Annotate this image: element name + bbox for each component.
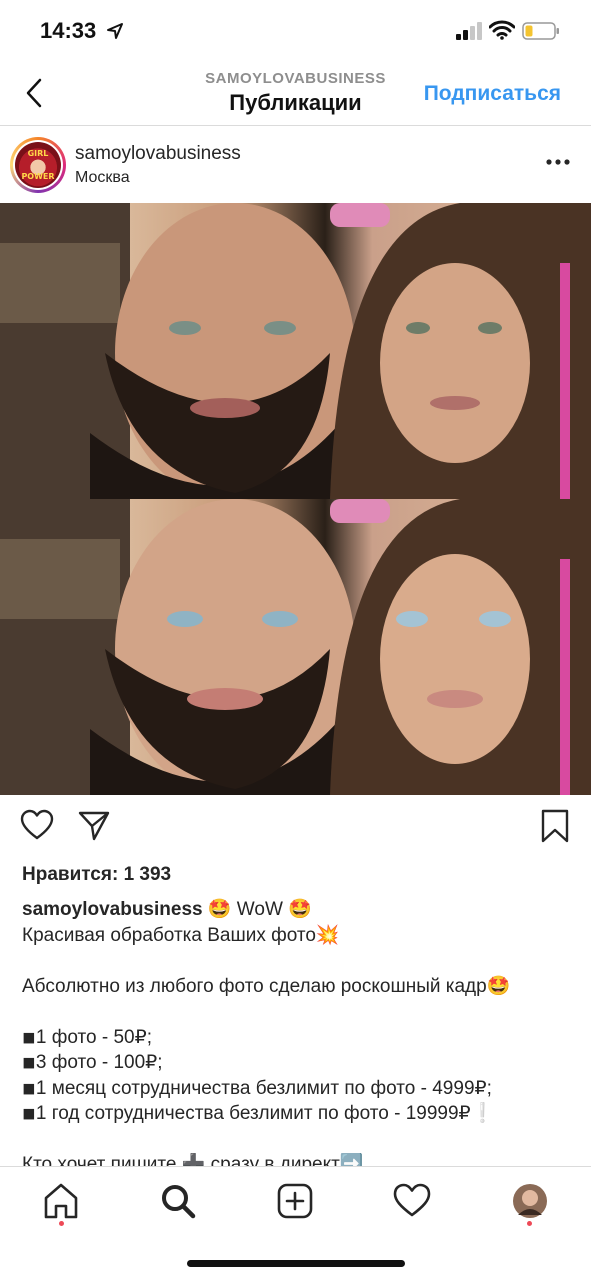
location-arrow-icon <box>107 23 123 39</box>
search-icon[interactable] <box>158 1181 198 1221</box>
profile-avatar-icon[interactable] <box>510 1181 550 1221</box>
avatar[interactable]: GIRL POWER <box>10 137 66 193</box>
avatar-image: GIRL POWER <box>15 142 61 188</box>
caption-line <box>22 948 574 974</box>
caption-first-line: samoylovabusiness 🤩 WoW 🤩 <box>22 897 574 923</box>
caption-username[interactable]: samoylovabusiness <box>22 899 203 920</box>
post-photo[interactable] <box>0 203 591 795</box>
share-icon[interactable] <box>78 809 110 841</box>
wifi-icon <box>489 20 515 40</box>
caption-title: 🤩 WoW 🤩 <box>202 899 312 920</box>
status-time: 14:33 <box>40 18 97 43</box>
bookmark-icon[interactable] <box>540 809 570 843</box>
photo-after-illustration <box>0 499 591 795</box>
home-notification-dot <box>59 1221 64 1226</box>
follow-button[interactable]: Подписаться <box>424 82 561 106</box>
caption-line: ◾1 год сотрудничества безлимит по фото -… <box>22 1103 495 1124</box>
avatar-ring: GIRL POWER <box>13 140 63 190</box>
photo-after <box>0 499 591 795</box>
caption-line: ◾3 фото - 100₽; <box>22 1052 163 1073</box>
post-header: GIRL POWER samoylovabusiness Москва <box>0 127 591 203</box>
nav-header: SAMOYLOVABUSINESS Публикации Подписаться <box>0 62 591 126</box>
likes-count[interactable]: Нравится: 1 393 <box>22 864 171 886</box>
battery-icon <box>522 22 559 40</box>
caption-line <box>22 999 574 1025</box>
photo-before <box>0 203 591 499</box>
more-options-icon[interactable] <box>545 157 571 167</box>
caption-line: ◾1 фото - 50₽; <box>22 1026 152 1048</box>
caption-line: Красивая обработка Ваших фото💥 <box>22 924 340 946</box>
post-caption: samoylovabusiness 🤩 WoW 🤩 Красивая обраб… <box>22 897 574 1178</box>
post-actions <box>0 795 591 859</box>
signal-icon <box>456 22 482 40</box>
post-username[interactable]: samoylovabusiness <box>75 143 241 165</box>
caption-line: Абсолютно из любого фото сделаю роскошны… <box>22 975 511 997</box>
heart-icon[interactable] <box>20 809 54 841</box>
caption-line: ◾1 месяц сотрудничества безлимит по фото… <box>22 1077 492 1099</box>
post-location[interactable]: Москва <box>75 169 130 187</box>
home-indicator <box>187 1260 405 1267</box>
caption-line <box>22 1127 574 1153</box>
status-bar: 14:33 <box>0 0 591 62</box>
avatar-logo-text-bottom: POWER <box>21 172 55 181</box>
add-post-icon[interactable] <box>275 1181 315 1221</box>
home-icon[interactable] <box>41 1181 81 1221</box>
photo-before-illustration <box>0 203 591 499</box>
profile-notification-dot <box>527 1221 532 1226</box>
avatar-logo-text-top: GIRL <box>27 149 49 158</box>
activity-heart-icon[interactable] <box>392 1181 432 1221</box>
